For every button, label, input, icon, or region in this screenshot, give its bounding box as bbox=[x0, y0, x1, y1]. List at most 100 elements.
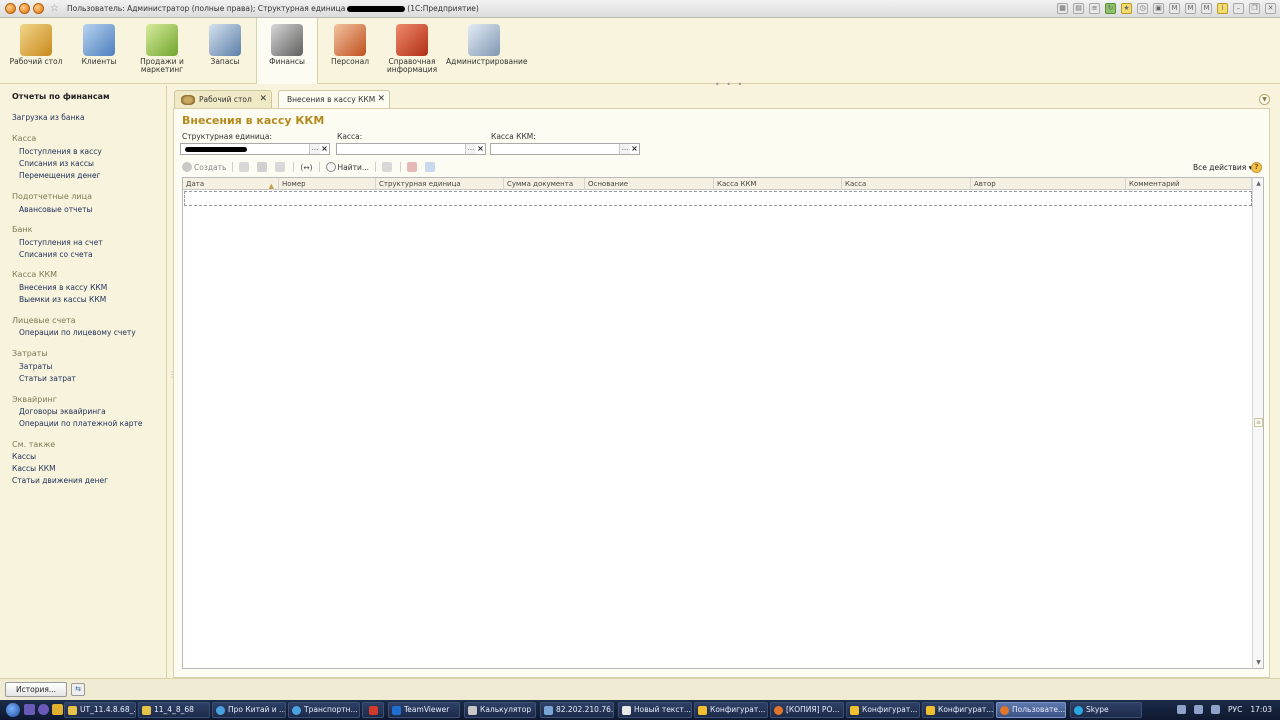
spelling-button[interactable] bbox=[407, 162, 419, 172]
tray-network-icon[interactable] bbox=[1177, 705, 1187, 714]
tray-flag-icon[interactable] bbox=[1194, 705, 1204, 714]
column-header-amount[interactable]: Сумма документа bbox=[504, 178, 585, 190]
nav-item[interactable]: Перемещения денег bbox=[19, 171, 101, 180]
documents-table[interactable]: Дата ▲ Номер Структурная единица Сумма д… bbox=[182, 177, 1264, 669]
refresh-icon[interactable]: ↻ bbox=[1105, 3, 1116, 14]
structural-unit-field[interactable]: ... × bbox=[180, 143, 330, 155]
minimize-icon[interactable]: – bbox=[1233, 3, 1244, 14]
help-icon[interactable]: ? bbox=[1251, 162, 1262, 173]
star-icon[interactable]: ★ bbox=[1121, 3, 1132, 14]
taskbar-item[interactable]: UT_11.4.8.68_... bbox=[64, 702, 136, 718]
calculator-icon[interactable]: ▣ bbox=[1153, 3, 1164, 14]
select-button[interactable]: ... bbox=[619, 144, 630, 154]
taskbar-item[interactable]: [КОПИЯ] РО... bbox=[770, 702, 844, 718]
tray-volume-icon[interactable] bbox=[1211, 705, 1221, 714]
table-icon[interactable]: ▤ bbox=[1073, 3, 1084, 14]
column-header-structural-unit[interactable]: Структурная единица bbox=[376, 178, 504, 190]
section-sales[interactable]: Продажи и маркетинг bbox=[131, 18, 193, 84]
history-icon[interactable]: ◷ bbox=[1137, 3, 1148, 14]
column-header-kkm-cashbox[interactable]: Касса ККМ bbox=[714, 178, 842, 190]
nav-item[interactable]: Операции по платежной карте bbox=[19, 419, 143, 428]
nav-item[interactable]: Списания со счета bbox=[19, 250, 93, 259]
nav-see-also-item[interactable]: Статьи движения денег bbox=[12, 476, 108, 485]
nav-bank-load[interactable]: Загрузка из банка bbox=[12, 113, 85, 122]
scroll-down-icon[interactable]: ▼ bbox=[1254, 658, 1263, 667]
clear-icon[interactable]: × bbox=[476, 144, 485, 154]
print-button[interactable] bbox=[425, 162, 437, 172]
nav-item[interactable]: Поступления в кассу bbox=[19, 147, 102, 156]
taskbar-item[interactable]: Калькулятор bbox=[464, 702, 536, 718]
app-menu-icon[interactable] bbox=[5, 3, 16, 14]
nav-item[interactable]: Списания из кассы bbox=[19, 159, 94, 168]
nav-item[interactable]: Операции по лицевому счету bbox=[19, 328, 136, 337]
nav-see-also-item[interactable]: Кассы bbox=[12, 452, 36, 461]
mark-delete-button[interactable] bbox=[275, 162, 287, 172]
forward-icon[interactable] bbox=[33, 3, 44, 14]
quicklaunch-icon[interactable] bbox=[38, 704, 49, 715]
taskbar-item[interactable]: Конфигурат... bbox=[846, 702, 920, 718]
panel-resize-dots[interactable]: • • • bbox=[715, 80, 744, 89]
select-button[interactable]: ... bbox=[465, 144, 476, 154]
taskbar-item[interactable]: Транспортн... bbox=[288, 702, 360, 718]
find-button[interactable]: Найти... bbox=[325, 162, 369, 172]
tab-kkm-deposits[interactable]: Внесения в кассу ККМ ✕ bbox=[278, 90, 390, 108]
taskbar-item[interactable]: Конфигурат... bbox=[694, 702, 768, 718]
memory-m-icon[interactable]: M bbox=[1169, 3, 1180, 14]
tab-desktop[interactable]: Рабочий стол ✕ bbox=[174, 90, 272, 108]
nav-finance-reports[interactable]: Отчеты по финансам bbox=[12, 92, 110, 101]
clear-icon[interactable]: × bbox=[630, 144, 639, 154]
edit-button[interactable] bbox=[257, 162, 269, 172]
taskbar-item[interactable]: 82.202.210.76... bbox=[540, 702, 614, 718]
taskbar-item[interactable]: Новый текст... bbox=[618, 702, 692, 718]
taskbar-item[interactable]: 11_4_8_68 bbox=[138, 702, 210, 718]
section-finance[interactable]: Финансы bbox=[256, 18, 318, 84]
nav-item[interactable]: Выемки из кассы ККМ bbox=[19, 295, 106, 304]
copy-button[interactable] bbox=[239, 162, 251, 172]
tabs-menu-chevron-icon[interactable]: ▼ bbox=[1259, 94, 1270, 105]
taskbar-item[interactable]: Skype bbox=[1070, 702, 1142, 718]
period-button[interactable]: (↔) bbox=[300, 163, 312, 172]
section-desktop[interactable]: Рабочий стол bbox=[5, 18, 67, 84]
tab-close-icon[interactable]: ✕ bbox=[259, 94, 267, 104]
nav-see-also-item[interactable]: Кассы ККМ bbox=[12, 464, 56, 473]
kkm-cashbox-field[interactable]: ... × bbox=[490, 143, 640, 155]
tab-close-icon[interactable]: ✕ bbox=[377, 94, 385, 104]
nav-item[interactable]: Внесения в кассу ККМ bbox=[19, 283, 107, 292]
section-clients[interactable]: Клиенты bbox=[68, 18, 130, 84]
scroll-up-icon[interactable]: ▲ bbox=[1254, 179, 1263, 188]
column-header-author[interactable]: Автор bbox=[971, 178, 1126, 190]
taskbar-item[interactable]: TeamViewer bbox=[388, 702, 460, 718]
memory-m-plus-icon[interactable]: M bbox=[1185, 3, 1196, 14]
restore-icon[interactable]: ❐ bbox=[1249, 3, 1260, 14]
cancel-search-button[interactable] bbox=[382, 162, 394, 172]
quicklaunch-icon[interactable] bbox=[52, 704, 63, 715]
section-admin[interactable]: Администрирование bbox=[446, 18, 528, 84]
nav-item[interactable]: Поступления на счет bbox=[19, 238, 103, 247]
section-reference[interactable]: Справочная информация bbox=[381, 18, 443, 84]
table-empty-row[interactable] bbox=[184, 191, 1252, 206]
section-personnel[interactable]: Персонал bbox=[319, 18, 381, 84]
clear-icon[interactable]: × bbox=[320, 144, 329, 154]
nav-item[interactable]: Статьи затрат bbox=[19, 374, 76, 383]
taskbar-item[interactable]: Конфигурат... bbox=[922, 702, 994, 718]
messages-icon[interactable]: ⇆ bbox=[71, 683, 85, 696]
taskbar-item[interactable] bbox=[362, 702, 384, 718]
column-header-date[interactable]: Дата ▲ bbox=[183, 178, 279, 190]
calendar-icon[interactable]: ▦ bbox=[1057, 3, 1068, 14]
list-icon[interactable]: ≡ bbox=[1089, 3, 1100, 14]
create-button[interactable]: Создать bbox=[182, 162, 226, 172]
nav-item[interactable]: Затраты bbox=[19, 362, 52, 371]
clock[interactable]: 17:03 bbox=[1250, 705, 1272, 714]
nav-item[interactable]: Авансовые отчеты bbox=[19, 205, 92, 214]
back-icon[interactable] bbox=[19, 3, 30, 14]
close-icon[interactable]: ✕ bbox=[1265, 3, 1276, 14]
nav-item[interactable]: Договоры эквайринга bbox=[19, 407, 106, 416]
memory-m-minus-icon[interactable]: M bbox=[1201, 3, 1212, 14]
column-header-basis[interactable]: Основание bbox=[585, 178, 714, 190]
section-stock[interactable]: Запасы bbox=[194, 18, 256, 84]
favorites-star-icon[interactable]: ☆ bbox=[50, 3, 59, 14]
history-button[interactable]: История... bbox=[5, 682, 67, 697]
quicklaunch-icon[interactable] bbox=[24, 704, 35, 715]
all-actions-menu[interactable]: Все действия ▾ bbox=[1193, 163, 1252, 172]
column-header-number[interactable]: Номер bbox=[279, 178, 376, 190]
